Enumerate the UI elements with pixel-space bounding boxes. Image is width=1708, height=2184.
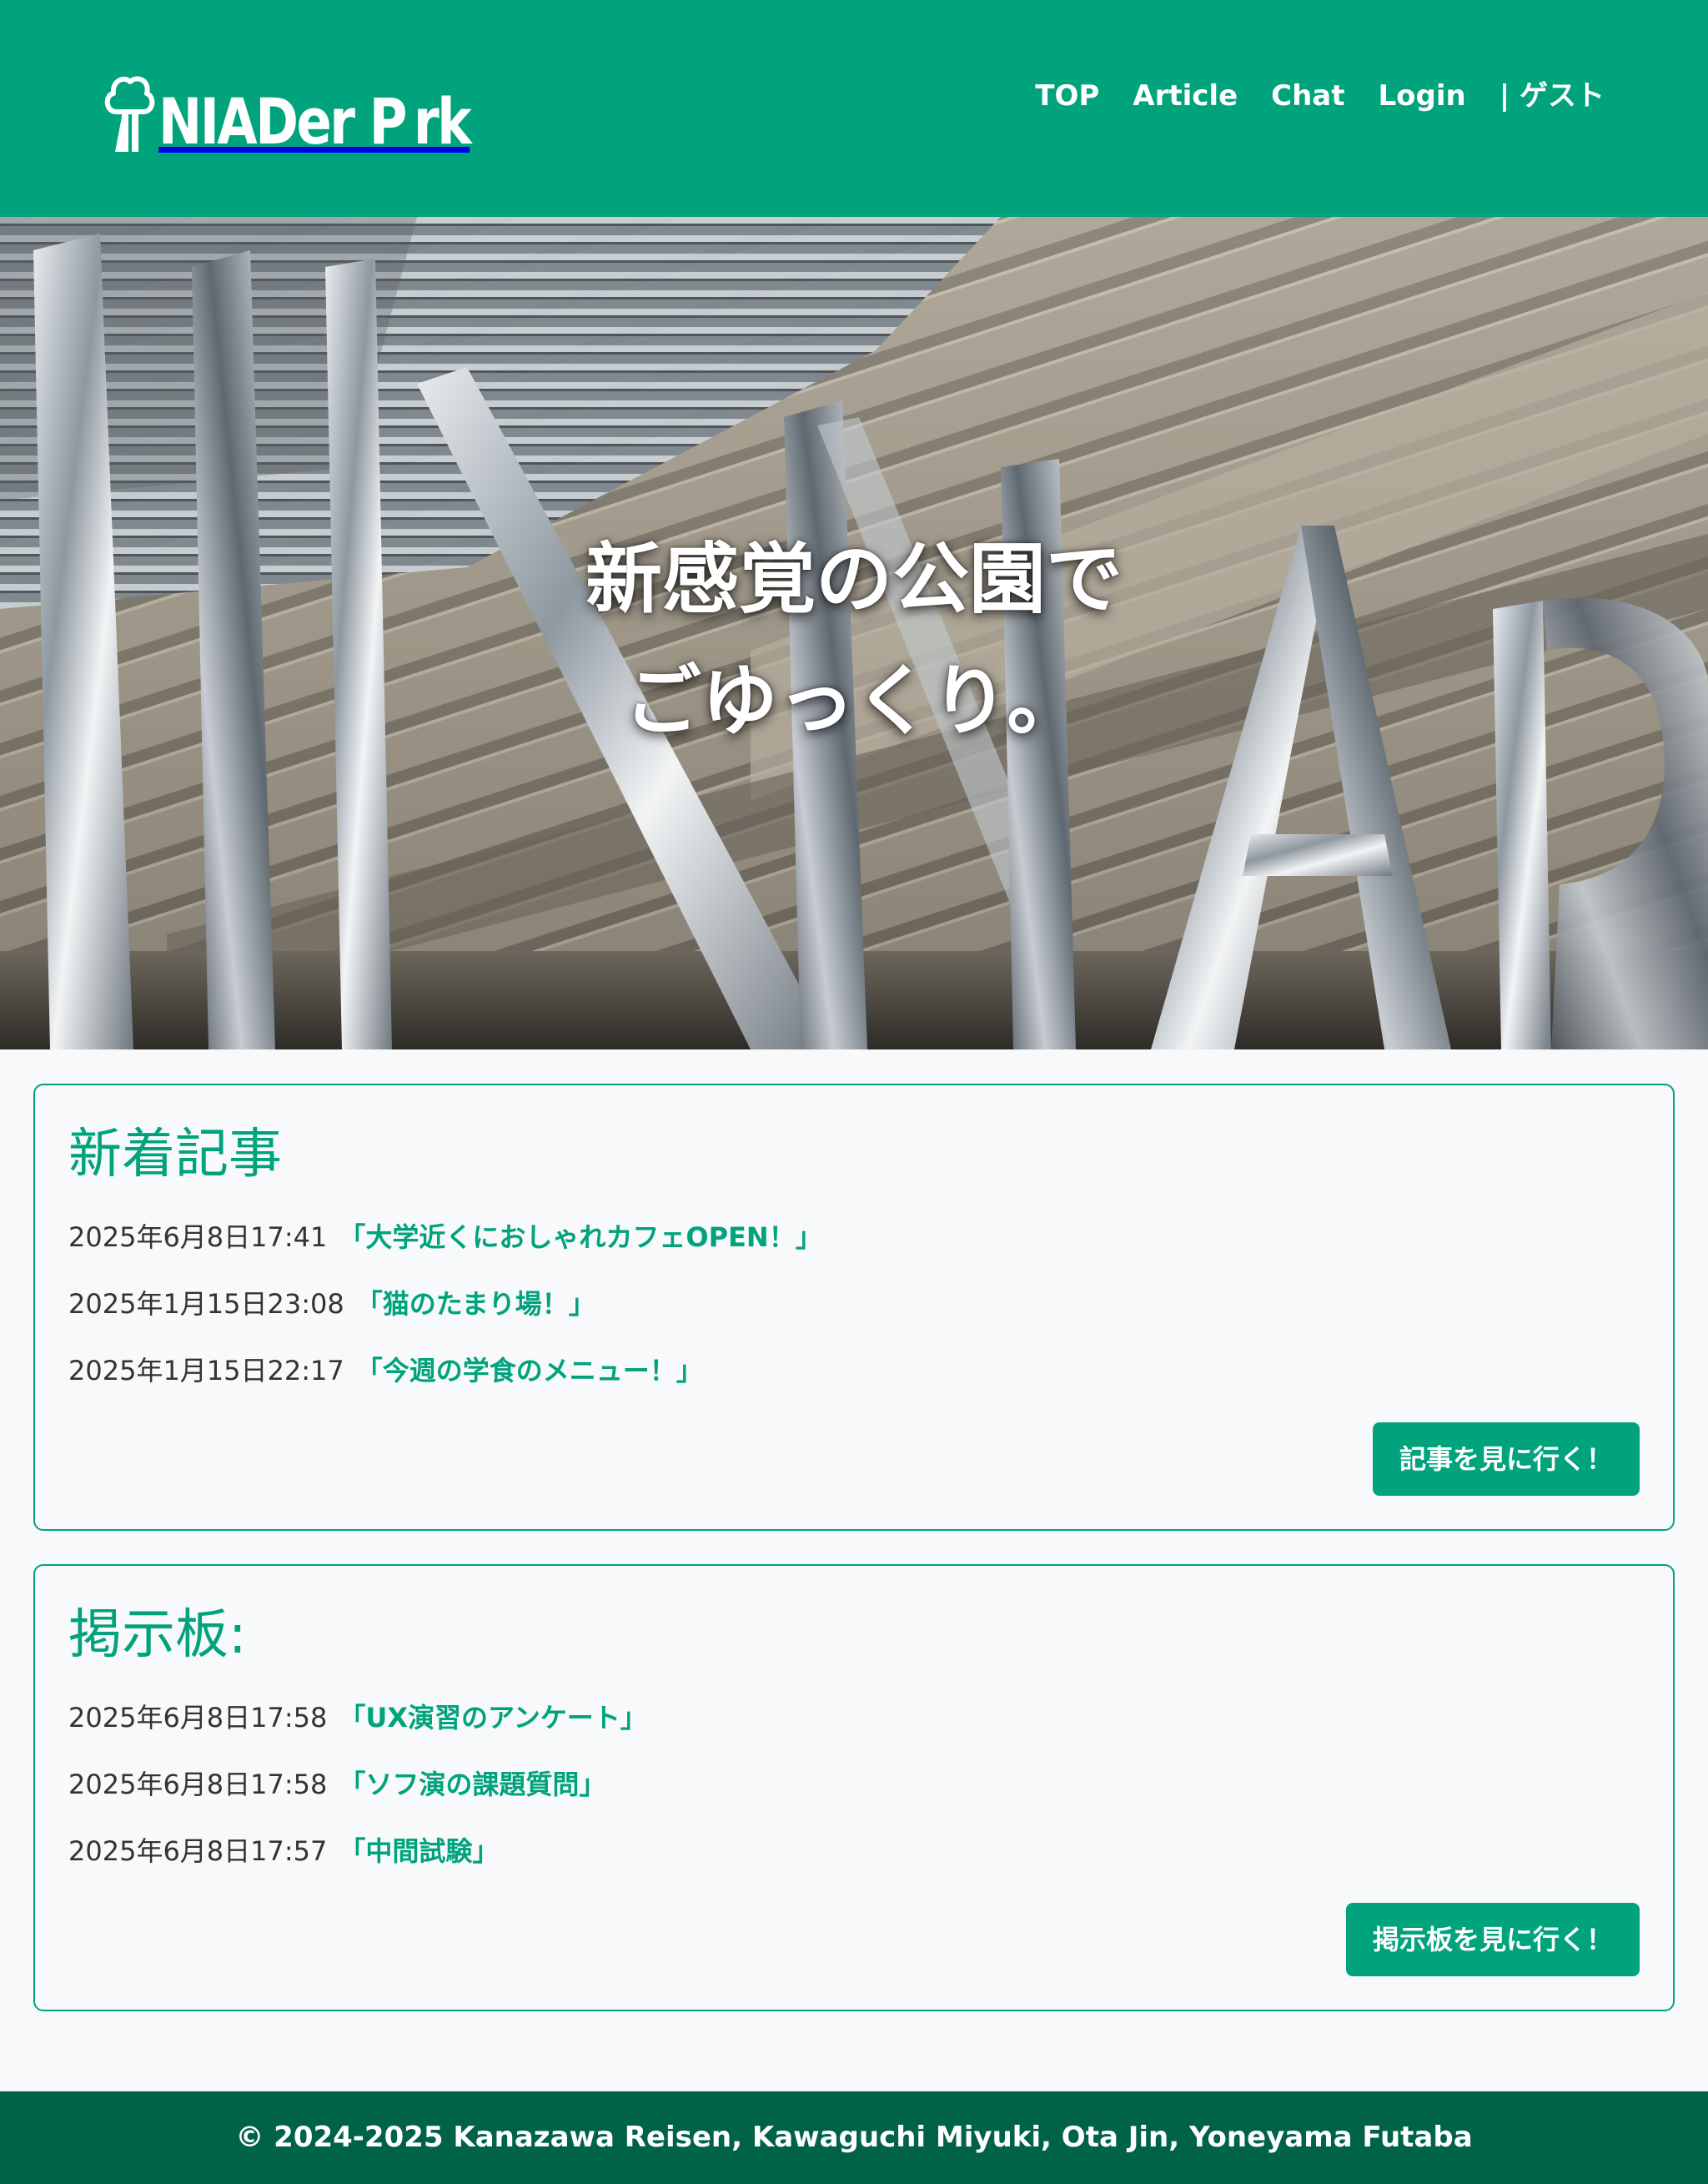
logo-text: NIADer P rk: [158, 84, 472, 159]
post-date: 2025年6月8日17:57: [68, 1835, 328, 1867]
article-date: 2025年6月8日17:41: [68, 1221, 328, 1253]
board-heading: 掲示板:: [68, 1604, 247, 1666]
new-articles-heading: 新着記事: [68, 1124, 282, 1185]
user-label: | ゲスト: [1499, 79, 1605, 113]
article-date: 2025年1月15日23:08: [68, 1288, 344, 1320]
post-link[interactable]: 「UX演習のアンケート」: [339, 1702, 646, 1734]
view-board-button[interactable]: 掲示板を見に行く！: [1345, 1903, 1640, 1976]
nav-article[interactable]: Article: [1133, 75, 1238, 117]
site-logo[interactable]: NIADer P rk: [103, 67, 538, 153]
new-articles-card: 新着記事 2025年6月8日17:41 「大学近くにおしゃれカフェOPEN！」 2…: [33, 1084, 1675, 1531]
post-date: 2025年6月8日17:58: [68, 1769, 328, 1800]
hero-title: 新感覚の公園で ごゆっくり。: [0, 519, 1708, 762]
nav-chat[interactable]: Chat: [1271, 75, 1344, 117]
article-link[interactable]: 「猫のたまり場！」: [356, 1288, 595, 1320]
nav-login[interactable]: Login: [1379, 75, 1466, 117]
article-date: 2025年1月15日22:17: [68, 1355, 344, 1386]
hero-banner: 新感覚の公園で ごゆっくり。: [0, 217, 1708, 1049]
site-header: NIADer P rk TOP Article Chat Login | ゲスト: [0, 0, 1708, 217]
hero-line-1: 新感覚の公園で: [585, 535, 1123, 624]
nav-top[interactable]: TOP: [1035, 75, 1099, 117]
list-item: 2025年1月15日23:08 「猫のたまり場！」: [68, 1286, 595, 1322]
post-link[interactable]: 「中間試験」: [339, 1835, 499, 1867]
site-footer: © 2024-2025 Kanazawa Reisen, Kawaguchi M…: [0, 2091, 1708, 2184]
list-item: 2025年6月8日17:57 「中間試験」: [68, 1833, 499, 1869]
copyright-text: © 2024-2025 Kanazawa Reisen, Kawaguchi M…: [235, 2121, 1473, 2154]
hero-line-2: ごゆっくり。: [624, 657, 1084, 746]
list-item: 2025年6月8日17:58 「ソフ演の課題質問」: [68, 1766, 605, 1803]
list-item: 2025年6月8日17:58 「UX演習のアンケート」: [68, 1699, 647, 1736]
view-articles-button[interactable]: 記事を見に行く！: [1372, 1422, 1640, 1496]
article-link[interactable]: 「大学近くにおしゃれカフェOPEN！」: [339, 1221, 821, 1253]
post-date: 2025年6月8日17:58: [68, 1702, 328, 1734]
list-item: 2025年1月15日22:17 「今週の学食のメニュー！」: [68, 1352, 703, 1389]
list-item: 2025年6月8日17:41 「大学近くにおしゃれカフェOPEN！」: [68, 1219, 822, 1256]
board-card: 掲示板: 2025年6月8日17:58 「UX演習のアンケート」 2025年6月8…: [33, 1564, 1675, 2011]
main-nav: TOP Article Chat Login | ゲスト: [1035, 75, 1605, 117]
tree-icon: [104, 76, 155, 152]
article-link[interactable]: 「今週の学食のメニュー！」: [356, 1355, 703, 1386]
post-link[interactable]: 「ソフ演の課題質問」: [339, 1769, 605, 1800]
